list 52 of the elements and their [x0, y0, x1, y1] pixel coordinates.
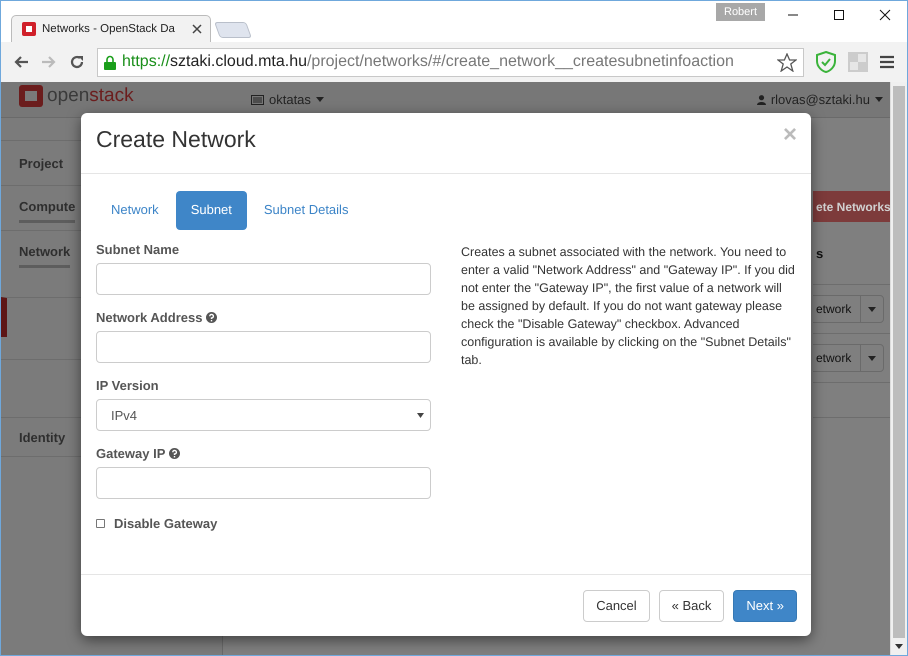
- checkbox[interactable]: [96, 519, 105, 528]
- help-icon: [169, 448, 180, 459]
- input-field[interactable]: [96, 263, 431, 295]
- url-text: https://sztaki.cloud.mta.hu/project/networks/#/create_network__createsubnetinfoaction: [122, 53, 734, 71]
- caret-icon: [875, 97, 883, 102]
- close-icon[interactable]: [192, 24, 202, 34]
- user-icon: [756, 94, 766, 104]
- delete-networks-button[interactable]: ete Networks: [813, 191, 890, 222]
- back-arrow-icon[interactable]: [13, 55, 29, 69]
- project-menu[interactable]: oktatas: [251, 92, 324, 107]
- star-icon[interactable]: [777, 52, 797, 72]
- dialog-button[interactable]: « Back: [658, 590, 724, 622]
- close-icon[interactable]: [879, 9, 891, 21]
- tab-title: Networks - OpenStack Da: [42, 23, 176, 35]
- help-icon: [206, 312, 218, 323]
- logo-icon: [19, 85, 43, 107]
- scroll-down-icon: [895, 644, 903, 649]
- row-action-button[interactable]: etwork: [813, 295, 860, 323]
- field-label: Disable Gateway: [114, 516, 218, 531]
- caret-icon: [868, 356, 876, 360]
- dropdown-toggle[interactable]: [860, 344, 884, 372]
- field-label: Gateway IP: [96, 446, 166, 461]
- tab[interactable]: Subnet: [176, 191, 247, 230]
- lock-icon: [104, 54, 116, 70]
- field-label: Subnet Name: [96, 242, 180, 257]
- dropdown-arrow-icon: [417, 412, 424, 418]
- user-menu[interactable]: rlovas@sztaki.hu: [756, 92, 883, 107]
- profile-badge[interactable]: Robert: [716, 3, 766, 21]
- help-text: Creates a subnet associated with the network. You need to enter a valid "Network Address" and "Gateway IP". If you did not enter the "Gateway IP", the first value of a network will be assigned by default. If you do not want gateway please check the "Disable Gateway" checkbox. Advanced configuration is available by clicking on the "Subnet Details" tab.: [461, 244, 796, 369]
- maximize-icon[interactable]: [833, 9, 845, 21]
- field-label: IP Version: [96, 378, 159, 393]
- browser-tab[interactable]: Networks - OpenStack Da: [11, 15, 211, 42]
- tab[interactable]: Network: [96, 191, 174, 230]
- project-icon: [251, 94, 264, 104]
- shield-icon[interactable]: [816, 51, 836, 73]
- caret-icon: [868, 306, 876, 312]
- row-action-button[interactable]: etwork: [813, 344, 860, 372]
- select-field[interactable]: IPv4: [96, 399, 431, 431]
- tab[interactable]: Subnet Details: [248, 191, 364, 230]
- app-icon: [22, 22, 36, 36]
- menu-icon[interactable]: [880, 55, 894, 69]
- caret-icon: [316, 97, 324, 102]
- reload-icon[interactable]: [69, 54, 85, 70]
- dialog-button[interactable]: Cancel: [583, 590, 650, 622]
- input-field[interactable]: [96, 331, 431, 363]
- dialog-button[interactable]: Next »: [733, 590, 797, 622]
- field-label: Network Address: [96, 310, 202, 325]
- input-field[interactable]: [96, 467, 431, 499]
- dropdown-toggle[interactable]: [860, 295, 884, 323]
- logo-text: openstack: [47, 85, 134, 107]
- dialog-title: Create Network: [96, 126, 256, 152]
- address-bar[interactable]: https://sztaki.cloud.mta.hu/project/networks/#/create_network__createsubnetinfoaction: [97, 48, 804, 76]
